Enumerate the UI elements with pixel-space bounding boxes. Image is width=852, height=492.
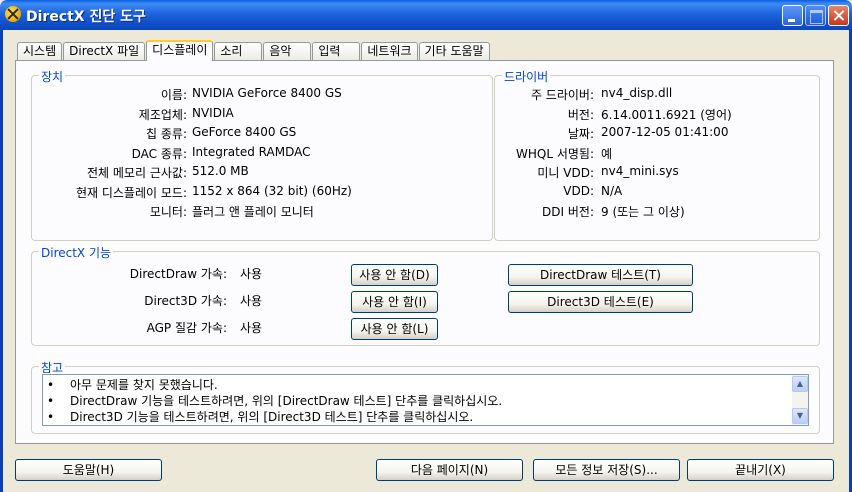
disable-direct3d-button[interactable]: 사용 안 함(I)	[351, 291, 438, 313]
device-row-monitor: 모니터: 플러그 앤 플레이 모니터	[32, 203, 492, 219]
exit-button[interactable]: 끝내기(X)	[687, 459, 834, 481]
driver-row-main: 주 드라이버: nv4_disp.dll	[495, 86, 819, 102]
driver-row-version: 버전: 6.14.0011.6921 (영어)	[495, 106, 819, 122]
notes-scrollbar[interactable]: ▲ ▼	[792, 375, 808, 425]
driver-row-mini-vdd: 미니 VDD: nv4_mini.sys	[495, 164, 819, 180]
driver-row-whql: WHQL 서명됨: 예	[495, 145, 819, 161]
close-button[interactable]	[828, 5, 849, 26]
ddi-version-label: DDI 버전:	[542, 205, 594, 219]
whql-value: 예	[601, 147, 613, 161]
list-item: • Direct3D 기능을 테스트하려면, 위의 [Direct3D 테스트] …	[45, 409, 502, 425]
main-driver-label: 주 드라이버:	[530, 88, 594, 102]
tab-input[interactable]: 입력	[312, 42, 361, 60]
direct3d-test-button[interactable]: Direct3D 테스트(E)	[508, 291, 693, 313]
minimize-button[interactable]	[782, 5, 803, 26]
disable-directdraw-button[interactable]: 사용 안 함(D)	[351, 264, 438, 286]
manufacturer-label: 제조업체:	[138, 108, 187, 122]
vdd-label: VDD:	[563, 184, 594, 198]
tab-sound[interactable]: 소리	[214, 42, 263, 60]
device-row-display-mode: 현재 디스플레이 모드: 1152 x 864 (32 bit) (60Hz)	[32, 184, 492, 200]
bullet: •	[47, 410, 55, 424]
device-group-title: 장치	[39, 68, 66, 85]
version-value: 6.14.0011.6921 (영어)	[601, 108, 732, 122]
note-text: Direct3D 기능을 테스트하려면, 위의 [Direct3D 테스트] 단…	[70, 410, 474, 424]
tab-more-help[interactable]: 기타 도움말	[418, 42, 490, 60]
tab-directx-files[interactable]: DirectX 파일	[63, 42, 146, 60]
device-group: 장치 이름: NVIDIA GeForce 8400 GS 제조업체: NVID…	[31, 68, 493, 241]
save-all-information-button[interactable]: 모든 정보 저장(S)...	[533, 459, 680, 481]
bullet: •	[47, 378, 55, 392]
direct3d-accel-label: Direct3D 가속:	[144, 294, 227, 308]
date-label: 날짜:	[567, 127, 594, 141]
manufacturer-value: NVIDIA	[192, 106, 234, 120]
device-row-memory: 전체 메모리 근사값: 512.0 MB	[32, 164, 492, 180]
tab-music[interactable]: 음악	[263, 42, 312, 60]
device-name-label: 이름:	[160, 88, 187, 102]
feature-row-agp: AGP 질감 가속: 사용	[32, 319, 332, 335]
chip-type-value: GeForce 8400 GS	[192, 125, 297, 139]
tab-system[interactable]: 시스템	[17, 42, 63, 60]
next-page-button[interactable]: 다음 페이지(N)	[376, 459, 523, 481]
scroll-down-icon[interactable]: ▼	[792, 408, 808, 424]
device-row-chip: 칩 종류: GeForce 8400 GS	[32, 125, 492, 141]
note-text: 아무 문제를 찾지 못했습니다.	[70, 378, 218, 392]
directdraw-accel-label: DirectDraw 가속:	[129, 267, 227, 281]
driver-group-title: 드라이버	[502, 68, 551, 85]
bullet: •	[47, 394, 55, 408]
main-driver-value: nv4_disp.dll	[601, 86, 673, 100]
mini-vdd-label: 미니 VDD:	[537, 166, 594, 180]
window-title: DirectX 진단 도구	[26, 9, 146, 25]
tab-strip: 시스템 DirectX 파일 디스플레이 소리 음악 입력 네트워크 기타 도움…	[17, 40, 491, 61]
dac-type-label: DAC 종류:	[131, 147, 187, 161]
directx-features-title: DirectX 기능	[39, 244, 114, 261]
driver-group: 드라이버 주 드라이버: nv4_disp.dll 버전: 6.14.0011.…	[494, 68, 820, 241]
disable-agp-button[interactable]: 사용 안 함(L)	[351, 318, 438, 340]
driver-row-date: 날짜: 2007-12-05 01:41:00	[495, 125, 819, 141]
mini-vdd-value: nv4_mini.sys	[601, 164, 679, 178]
driver-row-vdd: VDD: N/A	[495, 184, 819, 200]
device-row-dac: DAC 종류: Integrated RAMDAC	[32, 145, 492, 161]
version-label: 버전:	[567, 108, 594, 122]
directdraw-test-button[interactable]: DirectDraw 테스트(T)	[508, 264, 693, 286]
title-bar[interactable]: DirectX 진단 도구	[0, 0, 852, 30]
help-button[interactable]: 도움말(H)	[15, 459, 162, 481]
maximize-button[interactable]	[805, 5, 826, 26]
monitor-label: 모니터:	[149, 205, 187, 219]
memory-label: 전체 메모리 근사값:	[87, 166, 187, 180]
device-row-name: 이름: NVIDIA GeForce 8400 GS	[32, 86, 492, 102]
agp-accel-value: 사용	[240, 321, 263, 335]
driver-row-ddi: DDI 버전: 9 (또는 그 이상)	[495, 203, 819, 219]
vdd-value: N/A	[601, 184, 623, 198]
date-value: 2007-12-05 01:41:00	[601, 125, 729, 139]
window-border-left	[0, 30, 3, 492]
display-tab-panel: 장치 이름: NVIDIA GeForce 8400 GS 제조업체: NVID…	[15, 60, 834, 444]
note-text: DirectDraw 기능을 테스트하려면, 위의 [DirectDraw 테스…	[70, 394, 503, 408]
device-row-manufacturer: 제조업체: NVIDIA	[32, 106, 492, 122]
ddi-version-value: 9 (또는 그 이상)	[601, 205, 685, 219]
dac-type-value: Integrated RAMDAC	[192, 145, 311, 159]
display-mode-label: 현재 디스플레이 모드:	[75, 186, 187, 200]
agp-accel-label: AGP 질감 가속:	[146, 321, 227, 335]
list-item: • DirectDraw 기능을 테스트하려면, 위의 [DirectDraw 테…	[45, 393, 502, 409]
scroll-up-icon[interactable]: ▲	[792, 376, 808, 392]
directdraw-accel-value: 사용	[240, 267, 263, 281]
tab-display[interactable]: 디스플레이	[146, 40, 214, 61]
chip-type-label: 칩 종류:	[146, 127, 187, 141]
whql-label: WHQL 서명됨:	[516, 147, 594, 161]
display-mode-value: 1152 x 864 (32 bit) (60Hz)	[192, 184, 352, 198]
directx-features-group: DirectX 기능 DirectDraw 가속: 사용 사용 안 함(D) D…	[31, 244, 820, 346]
tab-network[interactable]: 네트워크	[361, 42, 418, 60]
feature-row-direct3d: Direct3D 가속: 사용	[32, 292, 332, 308]
notes-listbox[interactable]: • 아무 문제를 찾지 못했습니다. • DirectDraw 기능을 테스트하려면…	[42, 374, 809, 426]
feature-row-directdraw: DirectDraw 가속: 사용	[32, 265, 332, 281]
memory-value: 512.0 MB	[192, 164, 249, 178]
directx-icon	[5, 6, 21, 22]
device-name-value: NVIDIA GeForce 8400 GS	[192, 86, 342, 100]
direct3d-accel-value: 사용	[240, 294, 263, 308]
monitor-value: 플러그 앤 플레이 모니터	[192, 205, 314, 219]
list-item: • 아무 문제를 찾지 못했습니다.	[45, 377, 502, 393]
